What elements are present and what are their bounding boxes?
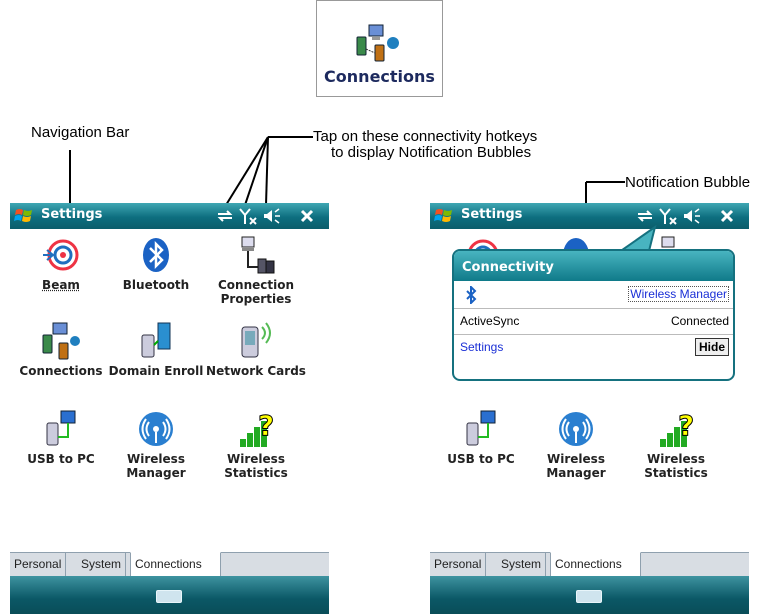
usb-to-pc-icon — [46, 410, 76, 446]
item-usb-to-pc[interactable]: USB to PC — [431, 409, 531, 466]
network-cards-icon — [241, 322, 271, 358]
connections-icon — [356, 24, 399, 62]
tab-system[interactable]: System — [497, 553, 547, 577]
windows-start-icon[interactable] — [432, 205, 456, 227]
wireless-manager-icon — [139, 412, 173, 446]
device-screen-left: Settings Beam Bluetooth Connection Prope… — [10, 203, 329, 614]
svg-text:?: ? — [258, 409, 274, 442]
tab-bar: Personal System Connections — [10, 552, 329, 577]
label-connections: Connections — [19, 364, 103, 378]
tab-bar: Personal System Connections — [430, 552, 749, 577]
connections-icon — [42, 322, 80, 360]
title-settings: Settings — [41, 207, 103, 222]
close-icon[interactable] — [299, 207, 315, 225]
svg-text:?: ? — [678, 409, 694, 442]
label-wireless-manager: Wireless Manager — [546, 452, 606, 480]
bubble-row-activesync: ActiveSync Connected — [454, 309, 733, 335]
notification-bubble: Connectivity Wireless Manager ActiveSync… — [452, 249, 735, 381]
connection-properties-icon — [241, 236, 275, 274]
domain-enroll-icon — [141, 322, 171, 358]
keyboard-icon[interactable] — [156, 590, 182, 603]
keyboard-icon[interactable] — [576, 590, 602, 603]
callout-hotkeys-line2: to display Notification Bubbles — [331, 144, 532, 161]
bubble-row-settings: Settings Hide — [454, 335, 733, 361]
bluetooth-icon — [143, 238, 169, 272]
wireless-manager-icon — [559, 412, 593, 446]
item-wireless-statistics[interactable]: ? Wireless Statistics — [626, 409, 726, 480]
wireless-statistics-icon: ? — [660, 409, 695, 447]
callout-hotkeys-line1: Tap on these connectivity hotkeys — [313, 128, 538, 145]
callout-notification-bubble: Notification Bubble — [625, 174, 751, 191]
wireless-manager-link[interactable]: Wireless Manager — [628, 286, 729, 302]
item-beam[interactable]: Beam — [11, 235, 111, 292]
label-usb-to-pc: USB to PC — [447, 452, 515, 466]
label-connection-properties: Connection Properties — [217, 278, 295, 306]
label-network-cards: Network Cards — [206, 364, 306, 378]
label-wireless-manager: Wireless Manager — [126, 452, 186, 480]
item-usb-to-pc[interactable]: USB to PC — [11, 409, 111, 466]
item-wireless-manager[interactable]: Wireless Manager — [106, 409, 206, 480]
menu-bar — [430, 576, 749, 614]
activesync-status: Connected — [670, 314, 729, 328]
activesync-icon[interactable] — [636, 207, 654, 225]
item-wireless-statistics[interactable]: ? Wireless Statistics — [206, 409, 306, 480]
signal-off-icon[interactable] — [658, 207, 678, 225]
tab-personal[interactable]: Personal — [430, 553, 487, 577]
bluetooth-icon — [466, 286, 477, 304]
label-wireless-statistics: Wireless Statistics — [224, 452, 288, 480]
tab-connections[interactable]: Connections — [550, 552, 641, 577]
tab-connections[interactable]: Connections — [130, 552, 221, 577]
callout-navigation-bar: Navigation Bar — [31, 124, 130, 141]
device-screen-right: Settings USB to PC Wireless Manager ? Wi… — [430, 203, 749, 614]
label-domain-enroll: Domain Enroll — [108, 364, 204, 378]
label-usb-to-pc: USB to PC — [27, 452, 95, 466]
close-icon[interactable] — [719, 207, 735, 225]
item-wireless-manager[interactable]: Wireless Manager — [526, 409, 626, 480]
activesync-label: ActiveSync — [460, 314, 520, 328]
menu-bar — [10, 576, 329, 614]
beam-icon — [43, 239, 79, 271]
tab-system[interactable]: System — [77, 553, 127, 577]
navigation-bar: Settings — [10, 203, 329, 229]
item-domain-enroll[interactable]: Domain Enroll — [106, 321, 206, 378]
item-connection-properties[interactable]: Connection Properties — [206, 235, 306, 306]
label-bluetooth: Bluetooth — [122, 278, 190, 292]
settings-content: Beam Bluetooth Connection Properties Con… — [10, 229, 329, 552]
title-settings: Settings — [461, 207, 523, 222]
signal-off-icon[interactable] — [238, 207, 258, 225]
windows-start-icon[interactable] — [12, 205, 36, 227]
item-connections[interactable]: Connections — [11, 321, 111, 378]
bubble-title: Connectivity — [454, 251, 733, 281]
wireless-statistics-icon: ? — [240, 409, 275, 447]
tab-personal[interactable]: Personal — [10, 553, 67, 577]
item-network-cards[interactable]: Network Cards — [206, 321, 306, 378]
volume-icon[interactable] — [262, 207, 282, 225]
connections-tile-label: Connections — [324, 67, 435, 86]
bubble-row-wireless: Wireless Manager — [454, 281, 733, 309]
label-beam: Beam — [42, 278, 80, 292]
label-wireless-statistics: Wireless Statistics — [644, 452, 708, 480]
settings-link[interactable]: Settings — [460, 340, 503, 354]
connections-tile: Connections — [316, 0, 443, 97]
volume-icon[interactable] — [682, 207, 702, 225]
hide-button[interactable]: Hide — [694, 338, 729, 356]
item-bluetooth[interactable]: Bluetooth — [106, 235, 206, 292]
usb-to-pc-icon — [466, 410, 496, 446]
activesync-icon[interactable] — [216, 207, 234, 225]
navigation-bar: Settings — [430, 203, 749, 229]
